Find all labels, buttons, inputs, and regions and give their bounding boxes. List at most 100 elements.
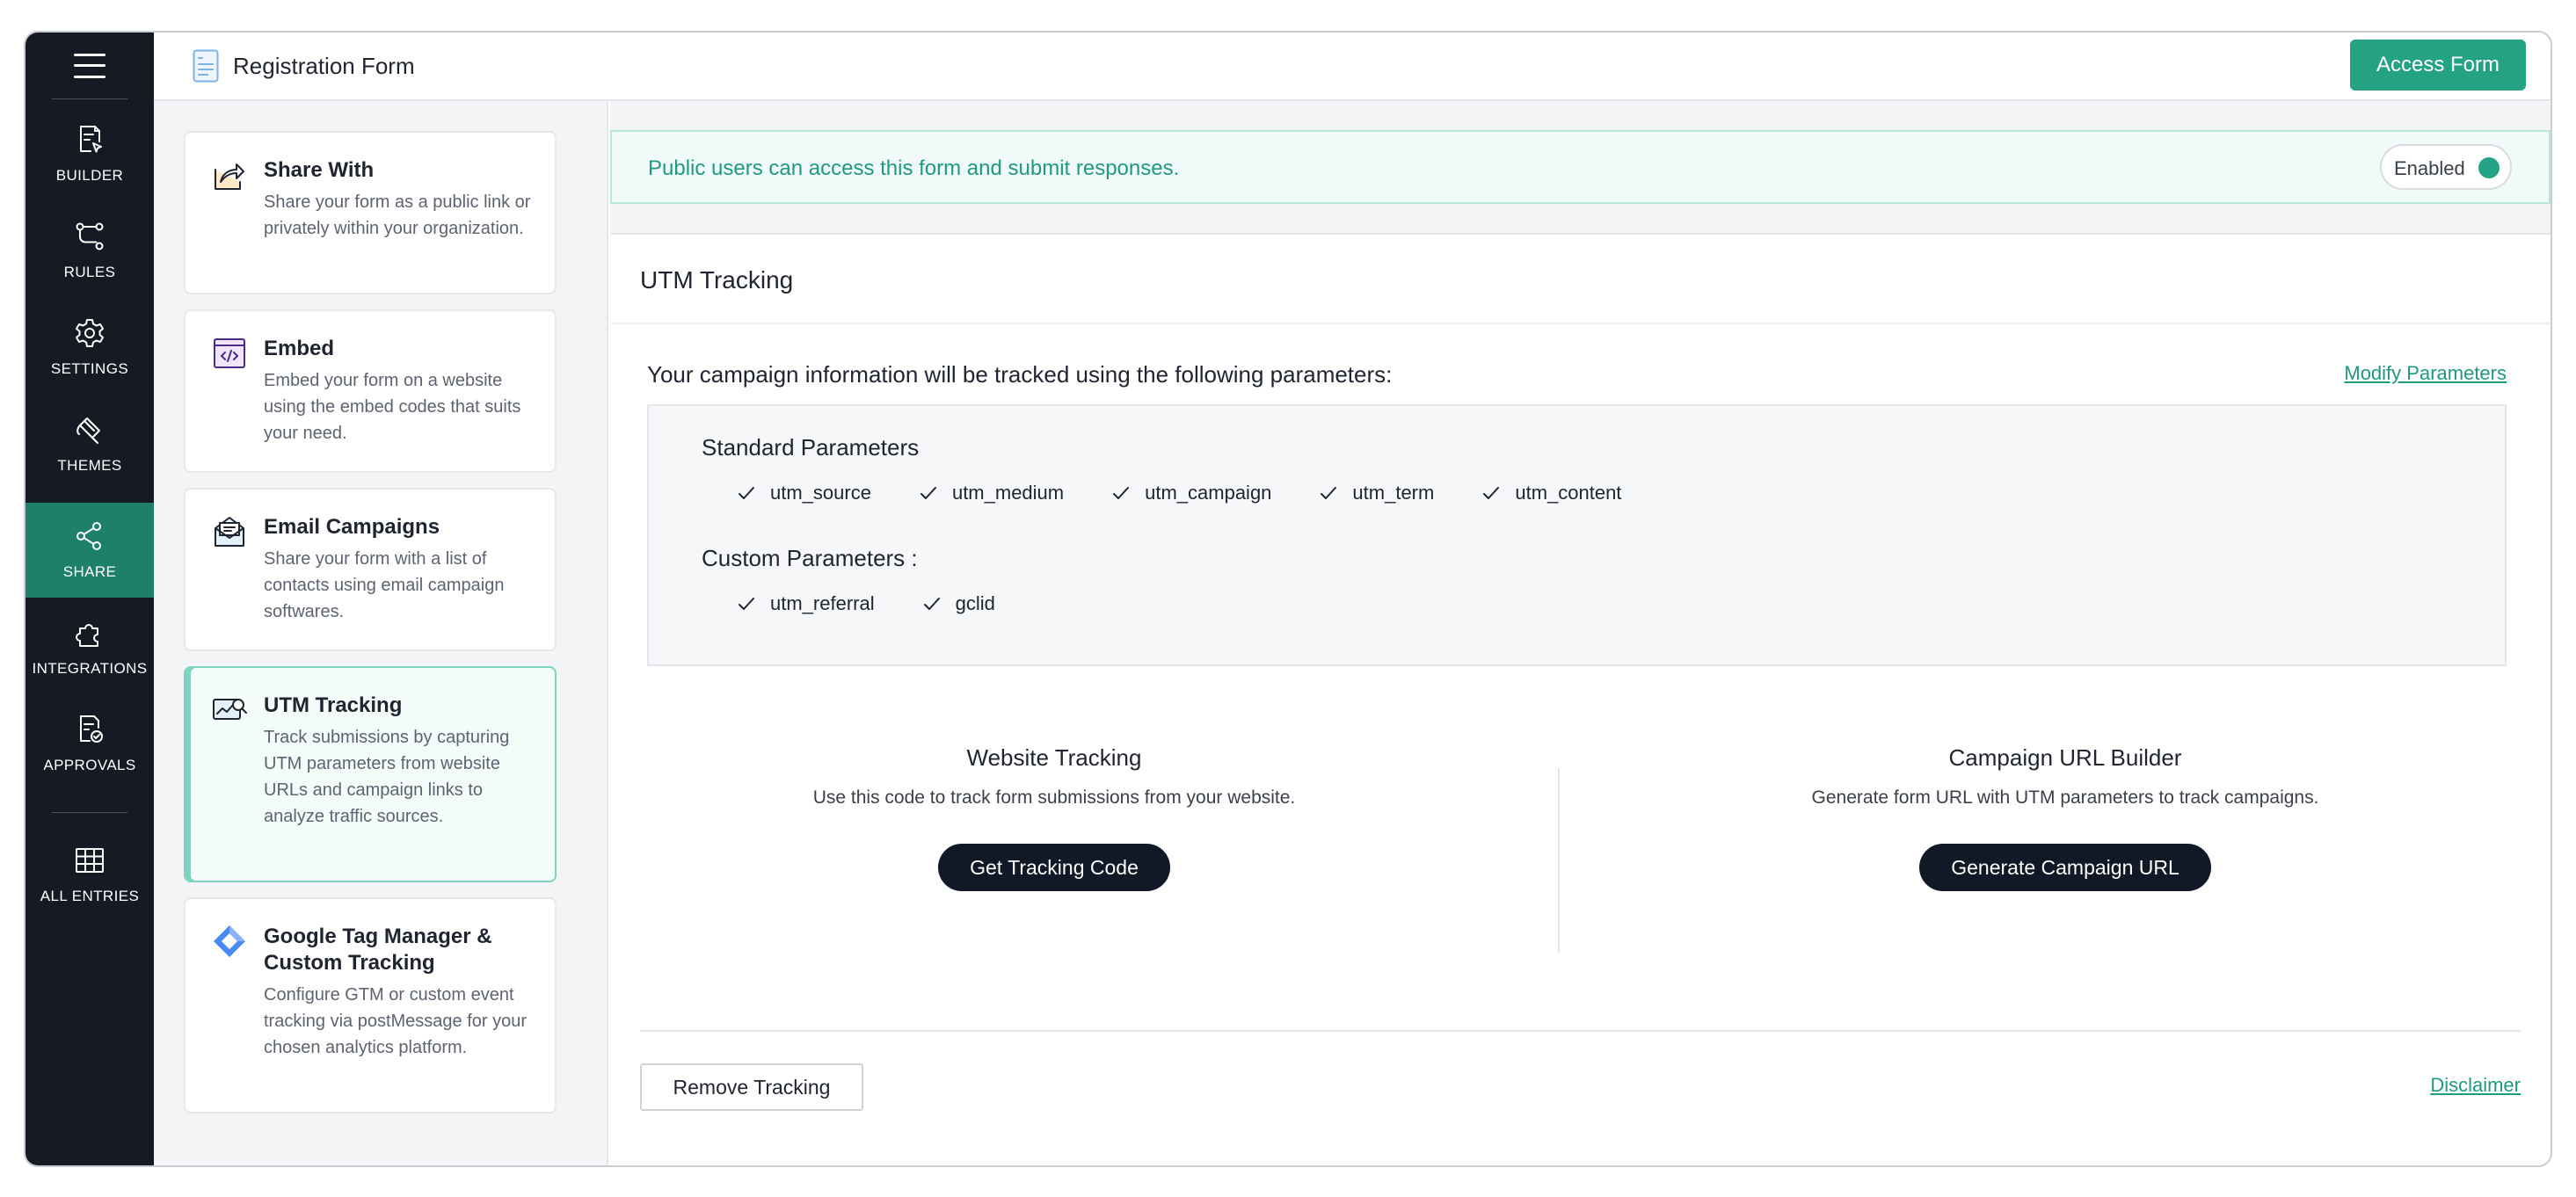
app-window: BUILDER RULES SETTINGS THEMES SHARE INTE… bbox=[24, 31, 2552, 1167]
paint-icon bbox=[76, 417, 100, 444]
card-description: Track submissions by capturing UTM param… bbox=[264, 728, 510, 826]
utm-chart-icon bbox=[213, 699, 247, 720]
parameter-item: gclid bbox=[922, 592, 995, 615]
card-google-tag-manager[interactable]: Google Tag Manager & Custom Tracking Con… bbox=[184, 897, 557, 1114]
share-icon bbox=[76, 522, 101, 550]
website-tracking-title: Website Tracking bbox=[966, 744, 1142, 771]
custom-parameters-heading: Custom Parameters : bbox=[702, 545, 918, 571]
nav-item-approvals[interactable]: APPROVALS bbox=[25, 696, 154, 791]
top-header: Registration Form Access Form bbox=[154, 33, 2551, 101]
check-icon bbox=[739, 598, 754, 610]
remove-tracking-button[interactable]: Remove Tracking bbox=[640, 1063, 863, 1111]
card-description: Embed your form on a website using the e… bbox=[264, 371, 521, 443]
embed-code-icon bbox=[214, 338, 245, 368]
card-title: UTM Tracking bbox=[264, 693, 403, 717]
card-title: Embed bbox=[264, 337, 335, 360]
nav-rail: BUILDER RULES SETTINGS THEMES SHARE INTE… bbox=[25, 33, 154, 1165]
website-tracking-description: Use this code to track form submissions … bbox=[812, 787, 1296, 808]
campaign-builder-title: Campaign URL Builder bbox=[1948, 744, 2182, 771]
nav-item-builder[interactable]: BUILDER bbox=[25, 106, 154, 201]
share-options-list: Share With Share your form as a public l… bbox=[154, 101, 608, 1165]
form-cursor-icon bbox=[80, 126, 102, 153]
card-embed[interactable]: Embed Embed your form on a website using… bbox=[184, 309, 557, 473]
parameter-item: utm_term bbox=[1319, 482, 1434, 504]
card-description: Configure GTM or custom event tracking v… bbox=[264, 985, 528, 1057]
nav-label: BUILDER bbox=[55, 167, 124, 184]
check-icon bbox=[739, 487, 754, 499]
parameter-name: utm_source bbox=[770, 482, 871, 504]
public-access-banner: Public users can access this form and su… bbox=[610, 130, 2551, 204]
rail-divider bbox=[52, 812, 127, 813]
form-title: Registration Form bbox=[233, 53, 415, 79]
main-content: Public users can access this form and su… bbox=[610, 101, 2551, 1165]
utm-tracking-panel: UTM Tracking Your campaign information w… bbox=[610, 233, 2551, 1165]
card-title: Share With bbox=[264, 158, 375, 182]
parameter-item: utm_medium bbox=[919, 482, 1064, 504]
form-document-icon bbox=[193, 49, 219, 83]
card-description: Share your form with a list of contacts … bbox=[264, 549, 505, 621]
check-icon bbox=[920, 487, 936, 499]
hamburger-icon bbox=[74, 53, 106, 78]
campaign-builder-description: Generate form URL with UTM parameters to… bbox=[1811, 787, 2319, 808]
parameter-name: utm_medium bbox=[951, 482, 1065, 504]
nav-label: APPROVALS bbox=[43, 757, 136, 773]
generate-campaign-url-button[interactable]: Generate Campaign URL bbox=[1919, 844, 2211, 891]
parameter-item: utm_campaign bbox=[1111, 482, 1271, 504]
nav-label: RULES bbox=[63, 264, 116, 280]
section-divider bbox=[1558, 768, 1560, 953]
toggle-label: Enabled bbox=[2394, 157, 2465, 179]
nav-item-all-entries[interactable]: ALL ENTRIES bbox=[25, 827, 154, 922]
parameter-name: utm_term bbox=[1352, 482, 1435, 504]
parameter-item: utm_content bbox=[1481, 482, 1621, 504]
nav-item-themes[interactable]: THEMES bbox=[25, 396, 154, 491]
gtm-diamond-icon bbox=[214, 925, 245, 957]
check-icon bbox=[923, 598, 940, 610]
nav-label: ALL ENTRIES bbox=[40, 888, 140, 904]
get-tracking-code-button[interactable]: Get Tracking Code bbox=[938, 844, 1170, 891]
menu-toggle-button[interactable] bbox=[25, 33, 154, 98]
access-form-button[interactable]: Access Form bbox=[2350, 40, 2526, 91]
card-utm-tracking[interactable]: UTM Tracking Track submissions by captur… bbox=[184, 666, 557, 882]
nav-label: INTEGRATIONS bbox=[32, 660, 148, 677]
parameters-box: Standard Parameters utm_source utm_mediu… bbox=[647, 404, 2507, 666]
rail-divider bbox=[52, 98, 127, 99]
public-access-toggle[interactable]: Enabled bbox=[2380, 144, 2512, 190]
nav-label: SHARE bbox=[62, 563, 117, 580]
standard-parameters-heading: Standard Parameters bbox=[702, 434, 920, 461]
nav-item-rules[interactable]: RULES bbox=[25, 203, 154, 298]
banner-message: Public users can access this form and su… bbox=[648, 156, 1180, 180]
panel-divider bbox=[610, 323, 2551, 324]
parameter-name: utm_content bbox=[1515, 482, 1622, 504]
parameter-name: utm_referral bbox=[770, 592, 875, 614]
modify-parameters-link[interactable]: Modify Parameters bbox=[2344, 362, 2507, 385]
nav-label: THEMES bbox=[57, 457, 122, 474]
grid-icon bbox=[76, 848, 104, 873]
parameter-item: utm_source bbox=[737, 482, 871, 504]
parameter-name: utm_campaign bbox=[1145, 482, 1272, 504]
nav-item-settings[interactable]: SETTINGS bbox=[25, 300, 154, 395]
check-icon bbox=[1321, 487, 1337, 499]
share-out-icon bbox=[215, 163, 244, 190]
parameter-name: gclid bbox=[955, 592, 995, 614]
campaign-url-builder-section: Campaign URL Builder Generate form URL w… bbox=[1604, 744, 2527, 891]
parameter-item: utm_referral bbox=[737, 592, 875, 615]
disclaimer-link[interactable]: Disclaimer bbox=[2430, 1074, 2521, 1097]
parameters-intro: Your campaign information will be tracke… bbox=[647, 361, 1393, 388]
card-title: Google Tag Manager & Custom Tracking bbox=[264, 925, 492, 975]
nav-item-share[interactable]: SHARE bbox=[25, 503, 154, 598]
panel-title: UTM Tracking bbox=[640, 266, 794, 294]
footer-divider bbox=[640, 1030, 2521, 1032]
card-share-with[interactable]: Share With Share your form as a public l… bbox=[184, 131, 557, 294]
card-description: Share your form as a public link or priv… bbox=[264, 192, 531, 238]
nav-label: SETTINGS bbox=[50, 360, 129, 377]
check-icon bbox=[1113, 487, 1130, 499]
toggle-knob bbox=[2478, 157, 2500, 178]
custom-parameters-list: utm_referral gclid bbox=[737, 592, 1043, 615]
branch-icon bbox=[76, 222, 104, 250]
card-email-campaigns[interactable]: Email Campaigns Share your form with a l… bbox=[184, 488, 557, 651]
website-tracking-section: Website Tracking Use this code to track … bbox=[672, 744, 1437, 891]
standard-parameters-list: utm_source utm_medium utm_campaign utm_t… bbox=[737, 482, 1669, 504]
card-title: Email Campaigns bbox=[264, 515, 440, 539]
approval-icon bbox=[80, 715, 103, 743]
nav-item-integrations[interactable]: INTEGRATIONS bbox=[25, 599, 154, 694]
